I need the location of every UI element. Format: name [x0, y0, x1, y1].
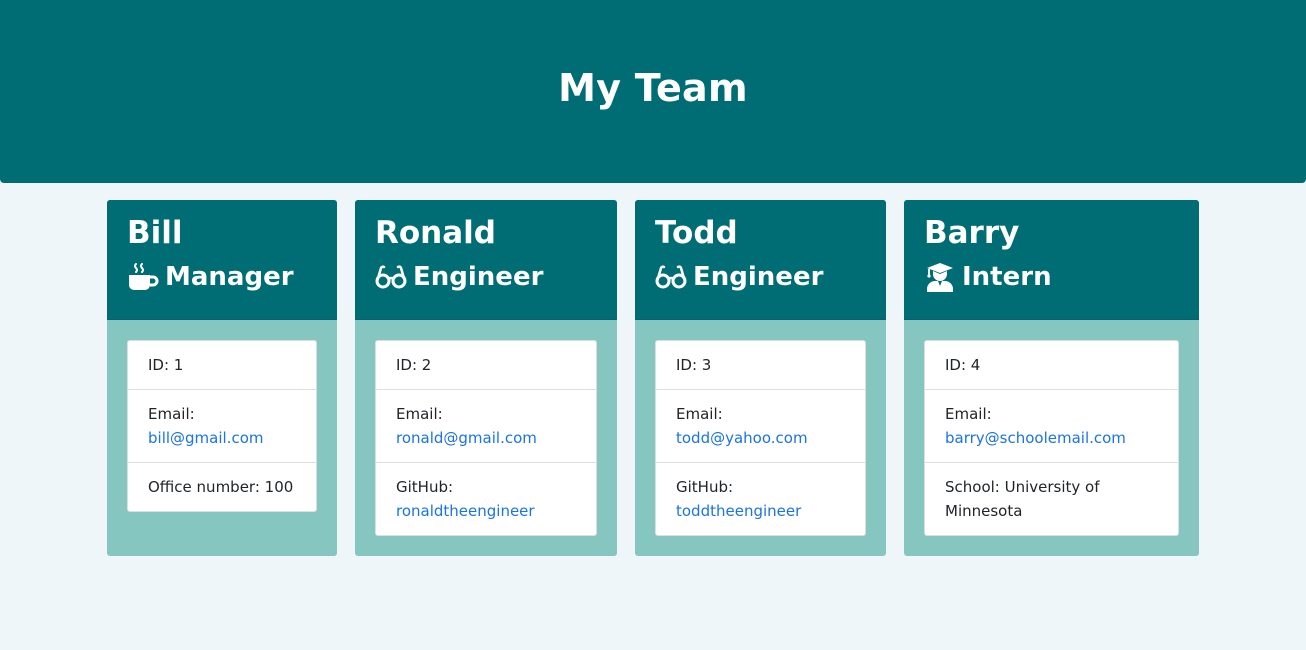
card-header: Bill Manager [107, 200, 337, 320]
github-item: GitHub: ronaldtheengineer [376, 463, 596, 535]
email-item: Email: todd@yahoo.com [656, 390, 865, 463]
role-label: Intern [962, 262, 1052, 292]
email-link[interactable]: bill@gmail.com [148, 429, 264, 447]
id-item: ID: 2 [376, 341, 596, 390]
github-item: GitHub: toddtheengineer [656, 463, 865, 535]
id-item: ID: 1 [128, 341, 316, 390]
github-label: GitHub: [396, 478, 454, 496]
details-list: ID: 2 Email: ronald@gmail.com GitHub: ro… [375, 340, 597, 536]
details-list: ID: 3 Email: todd@yahoo.com GitHub: todd… [655, 340, 866, 536]
details-list: ID: 1 Email: bill@gmail.com Office numbe… [127, 340, 317, 512]
card-body: ID: 2 Email: ronald@gmail.com GitHub: ro… [355, 320, 617, 556]
employee-role: Manager [127, 260, 317, 294]
email-item: Email: barry@schoolemail.com [925, 390, 1178, 463]
github-label: GitHub: [676, 478, 734, 496]
coffee-mug-icon [127, 261, 159, 293]
email-label: Email: [676, 405, 723, 423]
email-item: Email: bill@gmail.com [128, 390, 316, 463]
email-item: Email: ronald@gmail.com [376, 390, 596, 463]
page-title: My Team [558, 65, 748, 110]
card-header: Barry Intern [904, 200, 1199, 320]
role-label: Manager [165, 262, 294, 292]
employee-card-manager: Bill Manager ID: 1 Email: bill@gmail.com… [107, 200, 337, 556]
glasses-icon [375, 261, 407, 293]
employee-card-engineer: Todd Engineer ID: 3 Email: todd@yahoo.co… [635, 200, 886, 556]
office-number-item: Office number: 100 [148, 478, 294, 496]
employee-card-engineer: Ronald Engineer ID: 2 Email: ronald@gmai… [355, 200, 617, 556]
github-link[interactable]: ronaldtheengineer [396, 502, 535, 520]
employee-role: Engineer [375, 260, 597, 294]
role-label: Engineer [693, 262, 824, 292]
email-label: Email: [945, 405, 992, 423]
card-header: Todd Engineer [635, 200, 886, 320]
details-list: ID: 4 Email: barry@schoolemail.com Schoo… [924, 340, 1179, 536]
card-body: ID: 1 Email: bill@gmail.com Office numbe… [107, 320, 337, 532]
role-label: Engineer [413, 262, 544, 292]
email-link[interactable]: todd@yahoo.com [676, 429, 808, 447]
graduate-icon [924, 261, 956, 293]
id-item: ID: 3 [656, 341, 865, 390]
school-item: School: University of Minnesota [945, 478, 1100, 520]
employee-name: Todd [655, 215, 738, 251]
employee-role: Intern [924, 260, 1179, 294]
github-link[interactable]: toddtheengineer [676, 502, 801, 520]
employee-name: Barry [924, 215, 1020, 251]
card-header: Ronald Engineer [355, 200, 617, 320]
card-body: ID: 3 Email: todd@yahoo.com GitHub: todd… [635, 320, 886, 556]
employee-card-intern: Barry Intern ID: 4 Email: barry@schoolem… [904, 200, 1199, 556]
glasses-icon [655, 261, 687, 293]
email-link[interactable]: barry@schoolemail.com [945, 429, 1126, 447]
employee-name: Bill [127, 215, 183, 251]
email-label: Email: [148, 405, 195, 423]
card-body: ID: 4 Email: barry@schoolemail.com Schoo… [904, 320, 1199, 556]
id-item: ID: 4 [925, 341, 1178, 390]
email-link[interactable]: ronald@gmail.com [396, 429, 537, 447]
page-header: My Team [0, 0, 1306, 183]
employee-name: Ronald [375, 215, 496, 251]
employee-role: Engineer [655, 260, 866, 294]
email-label: Email: [396, 405, 443, 423]
